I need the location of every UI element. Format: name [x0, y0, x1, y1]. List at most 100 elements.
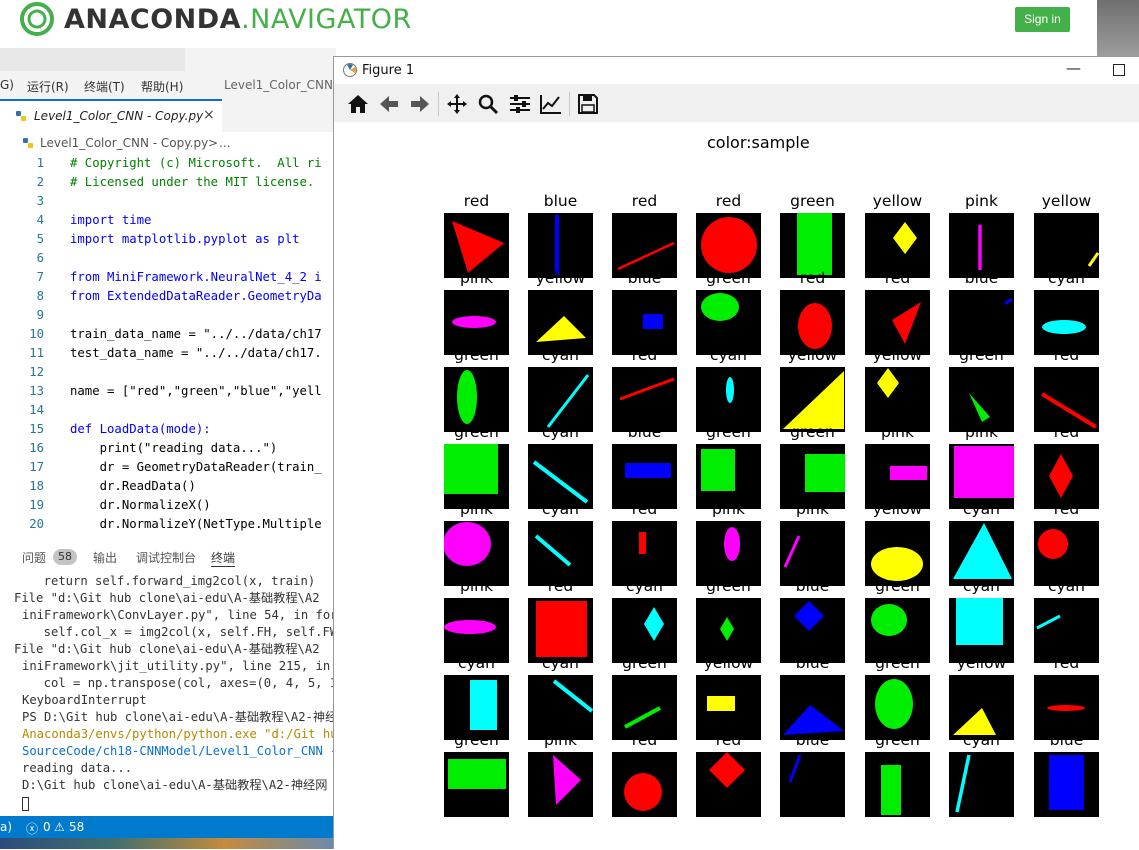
menu-item-run[interactable]: 运行(R)	[27, 78, 69, 95]
sample-shape	[639, 532, 646, 554]
sample-image	[444, 752, 509, 817]
code-text: # Copyright (c) Microsoft. All ri	[70, 156, 322, 170]
pan-icon[interactable]	[445, 93, 469, 115]
sample-shape	[871, 547, 923, 581]
tab-terminal[interactable]: 终端	[211, 549, 236, 567]
sample-shape	[871, 604, 907, 636]
line-number: 2	[36, 175, 44, 189]
sample-title: red	[631, 346, 658, 364]
tab-problems[interactable]: 问题	[22, 549, 46, 566]
sample-title: blue	[543, 192, 578, 210]
configure-icon[interactable]	[508, 93, 532, 115]
code-text: print("reading data...")	[70, 441, 278, 455]
code-line: 3	[0, 192, 336, 211]
code-line: 8 from ExtendedDataReader.GeometryDa	[0, 287, 336, 306]
line-number: 17	[29, 460, 44, 474]
code-line: 6	[0, 249, 336, 268]
terminal-line: File "d:\Git hub clone\ai-edu\A-基础教程\A2	[14, 642, 320, 656]
sample-shape	[701, 293, 739, 321]
sample-title: cyan	[625, 577, 664, 595]
sample-title: green	[959, 346, 1004, 364]
sample-shape	[892, 302, 921, 344]
sample-title: green	[706, 423, 751, 441]
sample-title: yellow	[535, 269, 586, 287]
code-line: 14	[0, 401, 336, 420]
sample-shape	[534, 534, 572, 567]
sample-shape	[794, 601, 824, 631]
line-number: 8	[36, 289, 44, 303]
sample-shape	[1004, 297, 1013, 306]
tab-debug-console[interactable]: 调试控制台	[136, 549, 196, 566]
sample-title: red	[631, 500, 658, 518]
status-errors[interactable]: 0	[43, 820, 51, 834]
sample-shape	[1049, 454, 1073, 498]
terminal-line: iniFramework\jit_utility.py", line 215, …	[22, 659, 353, 673]
status-warnings[interactable]: 58	[69, 820, 84, 834]
back-icon[interactable]	[377, 93, 401, 115]
edit-axes-icon[interactable]	[539, 93, 563, 115]
breadcrumb-file[interactable]: Level1_Color_CNN - Copy.py	[40, 136, 208, 150]
status-env[interactable]: a)	[0, 820, 12, 834]
titlebar-strip	[0, 48, 185, 71]
minimize-icon[interactable]: —	[1066, 59, 1081, 79]
figure-suptitle: color:sample	[707, 133, 810, 152]
figure-title: Figure 1	[362, 63, 415, 78]
breadcrumb-separator: >	[208, 136, 219, 150]
tab-output[interactable]: 输出	[93, 549, 117, 566]
sample-title: red	[715, 731, 742, 749]
editor-tabs: Level1_Color_CNN - Copy.py ×	[0, 99, 336, 132]
menu-item-go[interactable]: G)	[0, 78, 14, 92]
titlebar-strip-right	[185, 48, 336, 72]
python-file-icon	[23, 138, 33, 148]
editor-tab[interactable]: Level1_Color_CNN - Copy.py ×	[0, 99, 222, 132]
code-editor[interactable]: 1 # Copyright (c) Microsoft. All ri 2 # Lic…	[0, 154, 336, 534]
line-number: 9	[36, 308, 44, 322]
sample-shape	[644, 607, 664, 641]
menu-item-help[interactable]: 帮助(H)	[141, 78, 183, 95]
sample-image	[612, 752, 677, 817]
code-text: from ExtendedDataReader.GeometryDa	[70, 289, 322, 303]
brand-light: .NAVIGATOR	[241, 4, 412, 35]
terminal-line: Anaconda3/envs/python/python.exe "d:/Git…	[22, 727, 345, 741]
forward-icon[interactable]	[408, 93, 432, 115]
terminal-line: KeyboardInterrupt	[22, 693, 147, 707]
save-icon[interactable]	[576, 93, 600, 115]
figure-canvas[interactable]: color:sample red blue red red green yellow pin…	[334, 122, 1139, 850]
sample-title: red	[1053, 654, 1080, 672]
sample-title: green	[706, 269, 751, 287]
code-line: 5 import matplotlib.pyplot as plt	[0, 230, 336, 249]
sample-title: yellow	[872, 192, 923, 210]
menu-item-terminal[interactable]: 终端(T)	[84, 78, 125, 95]
terminal-line: return self.forward_img2col(x, train)	[29, 574, 316, 588]
sample-title: pink	[544, 731, 577, 749]
vscode-window: G) 运行(R) 终端(T) 帮助(H) Level1_Color_CNN - …	[0, 48, 352, 849]
tab-close-icon[interactable]: ×	[203, 107, 215, 123]
sample-shape	[875, 679, 913, 729]
terminal-line: D:\Git hub clone\ai-edu\A-基础教程\A2-神经网	[22, 778, 328, 792]
code-line: 10 train_data_name = "../../data/ch17	[0, 325, 336, 344]
sample-image	[949, 752, 1014, 817]
maximize-icon[interactable]	[1113, 64, 1125, 76]
sample-shape	[954, 446, 1014, 498]
sign-in-button[interactable]: Sign in	[1015, 7, 1070, 32]
line-number: 1	[36, 156, 44, 170]
breadcrumb: Level1_Color_CNN - Copy.py > ...	[0, 132, 336, 154]
line-number: 14	[29, 403, 44, 417]
home-icon[interactable]	[346, 93, 370, 115]
code-line: 18 dr.ReadData()	[0, 477, 336, 496]
sample-shape	[1038, 529, 1068, 559]
sample-title: cyan	[541, 500, 580, 518]
terminal-output[interactable]: return self.forward_img2col(x, train) Fil…	[0, 573, 352, 818]
sample-title: yellow	[787, 346, 838, 364]
line-number: 5	[36, 232, 44, 246]
sample-shape	[444, 444, 498, 494]
sample-shape	[969, 393, 990, 422]
sample-image	[528, 752, 593, 817]
sample-title: blue	[795, 577, 830, 595]
sample-shape	[701, 217, 757, 273]
zoom-icon[interactable]	[476, 93, 500, 115]
anaconda-header: ANACONDA.NAVIGATOR Sign in	[0, 0, 1097, 48]
sample-shape	[1049, 755, 1084, 810]
breadcrumb-ellipsis[interactable]: ...	[219, 136, 230, 150]
line-number: 16	[29, 441, 44, 455]
